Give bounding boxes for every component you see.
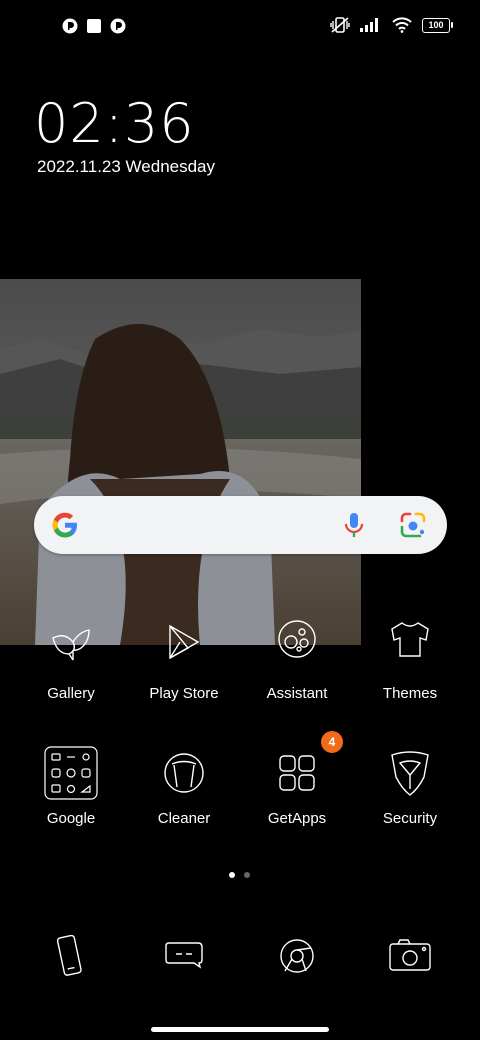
system-status: 100: [330, 16, 453, 34]
google-logo-icon: [52, 512, 77, 538]
photo-widget[interactable]: [0, 279, 361, 645]
app-label: Google: [46, 810, 96, 827]
page-dot-1[interactable]: [229, 872, 235, 878]
app-label: Gallery: [47, 685, 95, 702]
app-notification-icon: [62, 18, 78, 34]
trash-icon: [164, 753, 204, 793]
chrome-icon[interactable]: [273, 932, 321, 980]
tshirt-icon: [391, 622, 429, 657]
photo-image: [0, 279, 361, 645]
app-gallery[interactable]: Gallery: [16, 620, 126, 702]
notification-icons: [62, 18, 126, 34]
app-themes[interactable]: Themes: [355, 620, 465, 702]
shield-icon: [391, 751, 429, 796]
play-store-icon: [169, 624, 200, 660]
app-label: GetApps: [267, 810, 327, 827]
messages-icon[interactable]: [160, 932, 208, 980]
app-label: Themes: [382, 685, 438, 702]
app-assistant[interactable]: Assistant: [242, 620, 352, 702]
app-cleaner[interactable]: Cleaner: [129, 745, 239, 827]
app-label: Assistant: [266, 685, 328, 702]
phone-icon[interactable]: [47, 932, 95, 980]
page-dot-2[interactable]: [244, 872, 250, 878]
battery-indicator: 100: [422, 17, 453, 33]
camera-icon[interactable]: [386, 932, 434, 980]
app-label: Security: [382, 810, 438, 827]
clock-time[interactable]: 02:36: [34, 92, 195, 155]
app-label: Play Store: [149, 685, 219, 702]
app-getapps[interactable]: 4 GetApps: [242, 731, 352, 827]
google-search-bar[interactable]: [34, 496, 447, 554]
page-indicator[interactable]: [229, 872, 250, 878]
notification-badge: 4: [321, 731, 343, 753]
app-play-store[interactable]: Play Store: [129, 620, 239, 702]
app-label: Cleaner: [157, 810, 211, 827]
square-notification-icon: [87, 19, 101, 33]
voice-search-icon[interactable]: [342, 511, 366, 539]
home-indicator[interactable]: [151, 1027, 329, 1032]
grid-icon: [279, 755, 315, 791]
app-security[interactable]: Security: [355, 745, 465, 827]
google-lens-icon[interactable]: [399, 512, 427, 538]
signal-icon: [360, 18, 378, 32]
leaf-icon: [52, 629, 90, 661]
google-folder-icon: [44, 746, 98, 800]
app-folder-google[interactable]: Google: [16, 745, 126, 827]
wifi-icon: [392, 17, 412, 33]
assistant-icon: [278, 620, 316, 658]
clock-date[interactable]: 2022.11.23 Wednesday: [37, 157, 215, 177]
app-notification-icon: [110, 18, 126, 34]
vibrate-icon: [330, 17, 350, 33]
